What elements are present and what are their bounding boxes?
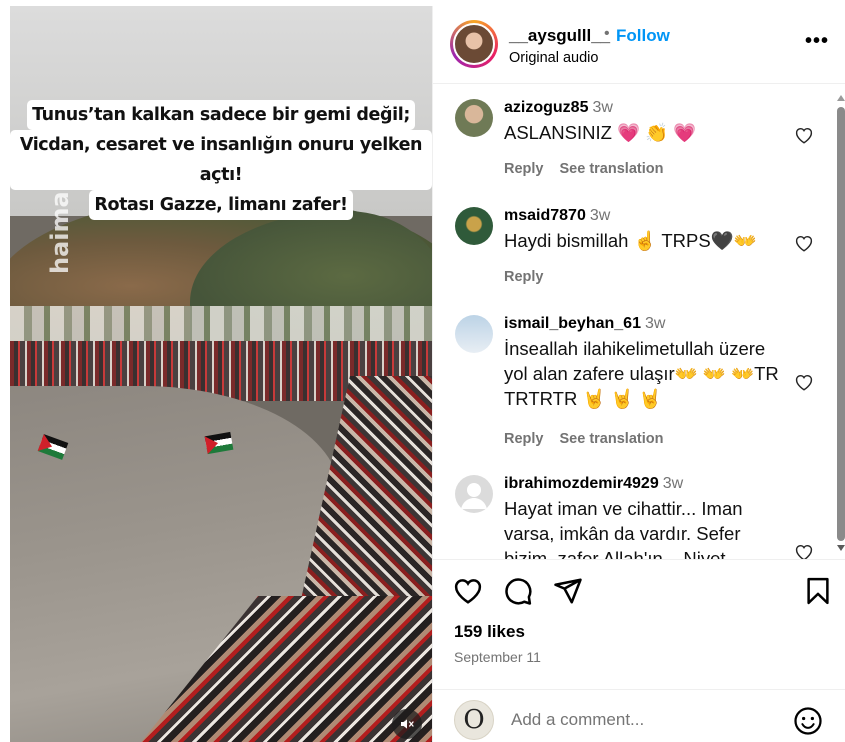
comment-text: Hayat iman ve cihattir... Iman varsa, im… xyxy=(504,498,743,559)
comment-text: Haydi bismillah ☝️ TRPS🖤👐 xyxy=(504,230,757,251)
comment-time: 3w xyxy=(592,99,613,116)
comment-item: ismail_beyhan_61 3w İnseallah ilahikelime… xyxy=(433,315,833,455)
post-header: __aysgulll__ • Follow Original audio ••• xyxy=(433,6,845,84)
save-bookmark-icon[interactable] xyxy=(803,576,833,606)
comment-username[interactable]: ismail_beyhan_61 xyxy=(504,315,641,332)
caption-line: Tunus’tan kalkan sadece bir gemi değil; xyxy=(27,100,415,130)
like-heart-icon[interactable] xyxy=(794,234,814,252)
comment-text: ASLANSINIZ 💗 👏 💗 xyxy=(504,122,697,143)
mute-button[interactable] xyxy=(392,709,422,739)
comments-scrollbar[interactable] xyxy=(836,85,845,559)
like-heart-icon[interactable] xyxy=(453,576,483,606)
avatar[interactable]: O xyxy=(454,700,494,740)
post-video[interactable]: haimare Tunus’tan kalkan sadece bir gemi… xyxy=(10,6,432,742)
like-heart-icon[interactable] xyxy=(794,373,814,391)
post-actions: 159 likes September 11 xyxy=(433,559,845,689)
scroll-down-arrow-icon[interactable] xyxy=(837,545,845,551)
caption-line: Rotası Gazze, limanı zafer! xyxy=(89,190,353,220)
add-comment-bar: O xyxy=(433,689,845,742)
like-heart-icon[interactable] xyxy=(794,543,814,559)
default-avatar-icon xyxy=(461,483,487,509)
reply-button[interactable]: Reply xyxy=(504,269,544,285)
likes-count[interactable]: 159 likes xyxy=(454,622,525,642)
share-send-icon[interactable] xyxy=(553,576,583,606)
comment-item: azizoguz85 3w ASLANSINIZ 💗 👏 💗 Reply See t… xyxy=(433,99,833,189)
emoji-smile-icon[interactable] xyxy=(793,706,823,736)
avatar[interactable] xyxy=(455,475,493,513)
comment-username[interactable]: azizoguz85 xyxy=(504,99,588,116)
comment-time: 3w xyxy=(589,207,611,224)
comment-username[interactable]: ibrahimozdemir4929 xyxy=(504,475,659,492)
audio-link[interactable]: Original audio xyxy=(509,50,598,66)
post-username[interactable]: __aysgulll__ xyxy=(509,26,610,46)
comment-item: msaid7870 3w Haydi bismillah ☝️ TRPS🖤👐 Re… xyxy=(433,207,833,297)
avatar[interactable] xyxy=(455,99,493,137)
comment-input[interactable] xyxy=(511,710,761,730)
comment-bubble-icon[interactable] xyxy=(503,576,533,606)
scrollbar-thumb[interactable] xyxy=(837,107,845,541)
scroll-up-arrow-icon[interactable] xyxy=(837,95,845,101)
comment-item: ibrahimozdemir4929 3w Hayat iman ve cihat… xyxy=(433,475,833,559)
post-date: September 11 xyxy=(454,649,541,665)
comment-text: İnseallah ilahikelimetullah üzere yol al… xyxy=(504,338,779,409)
avatar[interactable] xyxy=(455,207,493,245)
avatar[interactable] xyxy=(455,315,493,353)
video-caption: Tunus’tan kalkan sadece bir gemi değil; … xyxy=(10,100,432,220)
like-heart-icon[interactable] xyxy=(794,126,814,144)
avatar[interactable] xyxy=(450,20,498,68)
separator-dot: • xyxy=(604,25,610,42)
reply-button[interactable]: Reply xyxy=(504,161,544,177)
post-details-panel: __aysgulll__ • Follow Original audio •••… xyxy=(432,6,845,742)
caption-line: Vicdan, cesaret ve insanlığın onuru yelk… xyxy=(10,130,432,190)
speaker-muted-icon xyxy=(401,719,414,729)
reply-button[interactable]: Reply xyxy=(504,431,544,447)
comment-username[interactable]: msaid7870 xyxy=(504,207,586,224)
see-translation-button[interactable]: See translation xyxy=(560,431,664,447)
see-translation-button[interactable]: See translation xyxy=(560,161,664,177)
more-options-icon[interactable]: ••• xyxy=(805,30,829,53)
comment-time: 3w xyxy=(644,315,666,332)
comments-list: azizoguz85 3w ASLANSINIZ 💗 👏 💗 Reply See t… xyxy=(433,85,845,559)
follow-button[interactable]: Follow xyxy=(616,26,670,46)
comment-time: 3w xyxy=(662,475,684,492)
